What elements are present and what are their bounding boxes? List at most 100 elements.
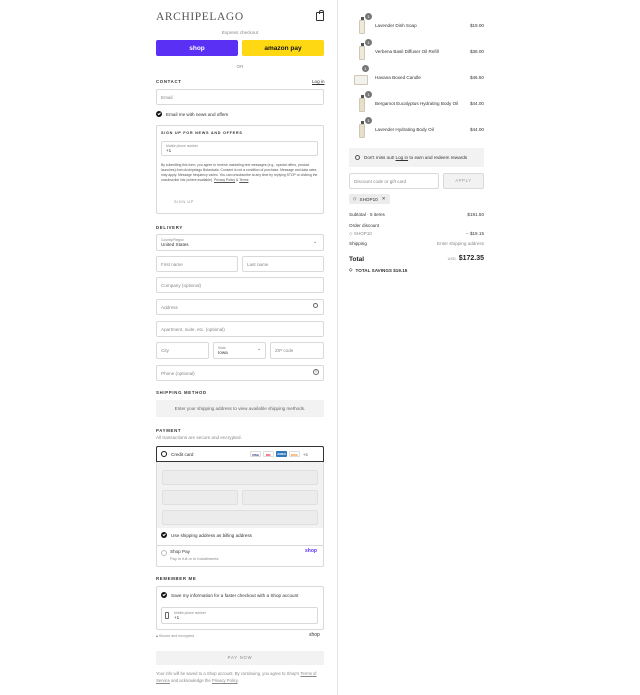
email-placeholder: Email — [161, 94, 173, 100]
shop-pay-express-button[interactable]: shop — [156, 40, 238, 56]
shop-pay-radio[interactable] — [161, 550, 167, 556]
country-select[interactable]: Country/Region United States — [156, 234, 324, 251]
shop-logo: shop — [309, 632, 320, 638]
news-label: Email me with news and offers — [166, 111, 229, 117]
apply-button[interactable]: APPLY — [443, 173, 484, 189]
card-number-input[interactable] — [162, 470, 318, 485]
discount-code-label: SHOP10 — [353, 231, 372, 236]
discount-code-input[interactable]: Discount code or gift card — [349, 173, 439, 189]
search-icon — [313, 303, 318, 308]
rewards-banner: Don't miss out! Log in to earn and redee… — [349, 148, 484, 167]
chevron-down-icon: ⌄ — [257, 346, 262, 352]
quantity-badge: 1 — [365, 117, 372, 124]
city-placeholder: City — [161, 348, 169, 353]
quantity-badge: 1 — [365, 39, 372, 46]
save-info-checkbox[interactable] — [161, 592, 167, 598]
sms-privacy-link[interactable]: Privacy Policy — [214, 178, 235, 182]
help-icon[interactable]: ? — [313, 369, 319, 375]
first-name-input[interactable]: First name — [156, 256, 238, 272]
quantity-badge: 1 — [365, 91, 372, 98]
save-info-label: Save my information for a faster checkou… — [171, 592, 299, 598]
card-expiry-input[interactable] — [162, 490, 238, 505]
apartment-input[interactable]: Apartment, suite, etc. (optional) — [156, 321, 324, 337]
credit-card-radio[interactable] — [161, 451, 167, 457]
chevron-down-icon: ⌄ — [313, 239, 318, 245]
remove-code-icon[interactable]: ✕ — [382, 196, 386, 202]
product-name: Lavender Hydrating Body Oil — [375, 127, 434, 132]
zip-placeholder: ZIP code — [275, 348, 294, 353]
billing-checkbox-row[interactable]: Use shipping address as billing address — [161, 532, 252, 538]
apartment-placeholder: Apartment, suite, etc. (optional) — [161, 326, 225, 332]
sms-phone-input[interactable]: Mobile phone number +1 — [161, 141, 318, 156]
shop-pay-label: Shop Pay — [170, 549, 190, 554]
delivery-title: DELIVERY — [156, 225, 183, 230]
rewards-login-link[interactable]: Log in — [396, 155, 409, 160]
shipping-method-title: SHIPPING METHOD — [156, 390, 207, 395]
product-name: Verbena Basil Diffuser Oil Refill — [375, 49, 439, 54]
quantity-badge: 1 — [362, 65, 369, 72]
address-input[interactable]: Address — [156, 299, 324, 315]
news-checkbox-row[interactable]: Email me with news and offers — [156, 111, 228, 117]
billing-label: Use shipping address as billing address — [171, 532, 252, 538]
amazon-pay-button[interactable]: amazon pay — [242, 40, 324, 56]
product-thumbnail: 1 — [355, 39, 372, 62]
footer-text-mid: and acknowledge the — [171, 678, 211, 683]
total-savings-row: ◇ TOTAL SAVINGS $19.15 — [349, 267, 407, 273]
payment-title: PAYMENT — [156, 428, 182, 433]
pay-now-button[interactable]: PAY NOW — [156, 651, 324, 665]
secure-label: 🔒︎ Secure and encrypted — [156, 634, 194, 638]
shop-pay-radio-wrap — [161, 550, 167, 557]
sms-disclaimer: By submitting this form, you agree to re… — [161, 163, 318, 183]
sms-and-text: & — [236, 178, 239, 182]
savings-label: TOTAL SAVINGS — [355, 267, 392, 273]
lock-icon: 🔒︎ — [156, 634, 158, 638]
subtotal-label: Subtotal · 5 items — [349, 212, 385, 217]
sms-signup-button[interactable]: SIGN UP — [174, 200, 194, 204]
zip-input[interactable]: ZIP code — [270, 342, 324, 359]
total-row: USD $172.35 — [448, 255, 484, 262]
discount-code-row: ◇ SHOP10 — [349, 231, 372, 237]
save-info-row[interactable]: Save my information for a faster checkou… — [161, 592, 298, 598]
news-checkbox[interactable] — [156, 111, 162, 117]
sms-phone-value: +1 — [166, 148, 172, 153]
column-divider — [337, 0, 338, 695]
company-input[interactable]: Company (optional) — [156, 277, 324, 293]
total-label: Total — [349, 256, 365, 263]
card-name-input[interactable] — [162, 510, 318, 525]
brand-logo[interactable]: ARCHIPELAGO — [156, 11, 244, 23]
shipping-label: Shipping — [349, 241, 367, 246]
shopping-bag-icon[interactable] — [316, 10, 324, 21]
phone-input[interactable]: Phone (optional) — [156, 365, 324, 381]
sms-terms-link[interactable]: Terms — [239, 178, 248, 182]
quantity-badge: 1 — [365, 13, 372, 20]
address-placeholder: Address — [161, 304, 178, 310]
product-price: $36.00 — [469, 49, 484, 54]
tag-icon: ◇ — [349, 231, 353, 236]
remember-phone-input[interactable]: Mobile phone number +1 — [161, 607, 318, 624]
subtotal-value: $191.50 — [467, 212, 484, 217]
tag-icon: ◇ — [349, 267, 353, 272]
savings-value: $19.15 — [393, 267, 408, 273]
city-input[interactable]: City — [156, 342, 209, 359]
shop-pay-logo: shop — [305, 548, 317, 554]
billing-checkbox[interactable] — [161, 532, 167, 538]
total-value: $172.35 — [458, 255, 484, 262]
rewards-suffix: to earn and redeem rewards — [409, 155, 468, 160]
more-cards-count: +3 — [303, 451, 308, 457]
last-name-input[interactable]: Last name — [242, 256, 324, 272]
phone-icon — [165, 612, 169, 619]
state-value: Iowa — [218, 350, 228, 355]
shipping-value: Enter shipping address — [437, 241, 484, 246]
login-link[interactable]: Log in — [312, 79, 325, 84]
card-cvv-input[interactable] — [242, 490, 318, 505]
product-thumbnail: 1 — [355, 117, 372, 140]
product-name: Havana Boxed Candle — [375, 75, 421, 80]
product-price: $19.00 — [469, 23, 484, 28]
or-separator: OR — [236, 64, 244, 69]
footer-privacy-link[interactable]: Privacy Policy — [212, 678, 238, 683]
product-thumbnail: 1 — [355, 13, 372, 36]
email-input[interactable]: Email — [156, 89, 324, 105]
first-name-placeholder: First name — [161, 261, 183, 267]
amex-icon: AMEX — [276, 451, 287, 457]
contact-title: CONTACT — [156, 79, 182, 84]
